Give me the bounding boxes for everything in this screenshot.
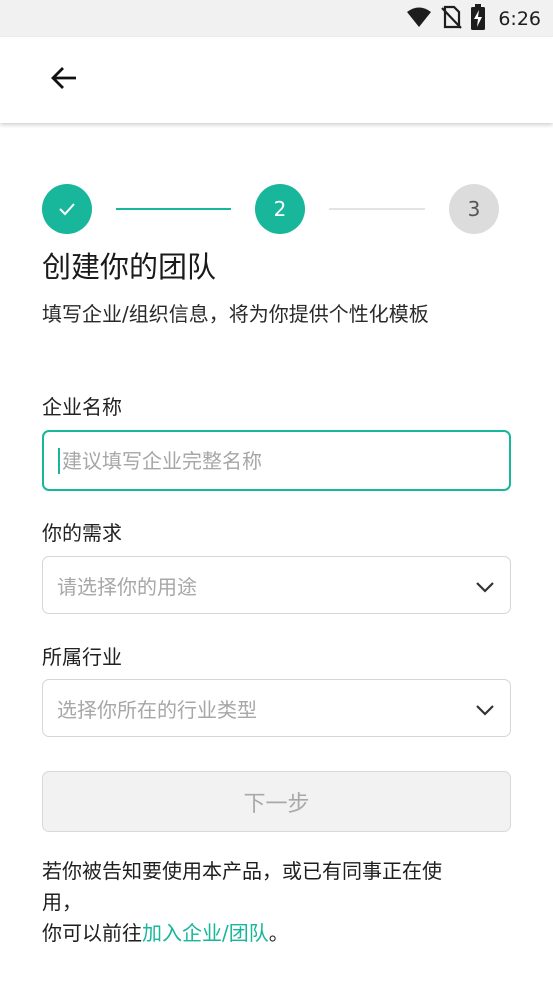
page-title: 创建你的团队 bbox=[42, 250, 217, 284]
join-team-link[interactable]: 加入企业/团队 bbox=[142, 921, 269, 945]
industry-placeholder: 选择你所在的行业类型 bbox=[57, 697, 257, 722]
text-caret bbox=[58, 447, 60, 474]
next-step-button[interactable]: 下一步 bbox=[42, 771, 511, 832]
company-name-label: 企业名称 bbox=[42, 395, 122, 419]
status-icons: 6:26 bbox=[406, 4, 541, 34]
needs-placeholder: 请选择你的用途 bbox=[57, 574, 197, 599]
step-connector-1 bbox=[116, 208, 231, 210]
industry-select[interactable]: 选择你所在的行业类型 bbox=[42, 679, 511, 737]
chevron-down-icon bbox=[474, 576, 496, 598]
back-button[interactable] bbox=[40, 61, 88, 99]
hint-prefix: 你可以前往 bbox=[42, 921, 142, 945]
wifi-icon bbox=[406, 6, 432, 32]
company-name-field[interactable] bbox=[42, 430, 511, 491]
step-connector-2 bbox=[329, 208, 425, 210]
check-icon bbox=[58, 197, 76, 221]
arrow-left-icon bbox=[50, 66, 78, 94]
needs-select[interactable]: 请选择你的用途 bbox=[42, 556, 511, 614]
step-3-label: 3 bbox=[467, 197, 481, 221]
hint-line-2: 用， bbox=[42, 890, 82, 914]
app-bar bbox=[0, 37, 553, 123]
hint-line-3: 你可以前往加入企业/团队。 bbox=[42, 918, 502, 949]
page-subtitle: 填写企业/组织信息，将为你提供个性化模板 bbox=[42, 302, 429, 326]
chevron-down-icon bbox=[474, 699, 496, 721]
hint-line-1: 若你被告知要使用本产品，或已有同事正在使 bbox=[42, 859, 442, 883]
step-2-active: 2 bbox=[255, 184, 305, 234]
battery-charging-icon bbox=[470, 4, 486, 34]
no-sim-icon bbox=[440, 5, 463, 33]
needs-label: 你的需求 bbox=[42, 521, 122, 545]
step-1-done bbox=[42, 184, 92, 234]
progress-stepper: 2 3 bbox=[0, 184, 553, 234]
join-team-hint: 若你被告知要使用本产品，或已有同事正在使 用， 你可以前往加入企业/团队。 bbox=[42, 856, 502, 949]
industry-label: 所属行业 bbox=[42, 645, 122, 669]
status-time: 6:26 bbox=[498, 8, 541, 30]
step-2-label: 2 bbox=[273, 197, 287, 221]
hint-suffix: 。 bbox=[268, 921, 289, 945]
company-name-input[interactable] bbox=[62, 432, 509, 489]
status-bar: 6:26 bbox=[0, 0, 553, 37]
step-3-todo: 3 bbox=[449, 184, 499, 234]
